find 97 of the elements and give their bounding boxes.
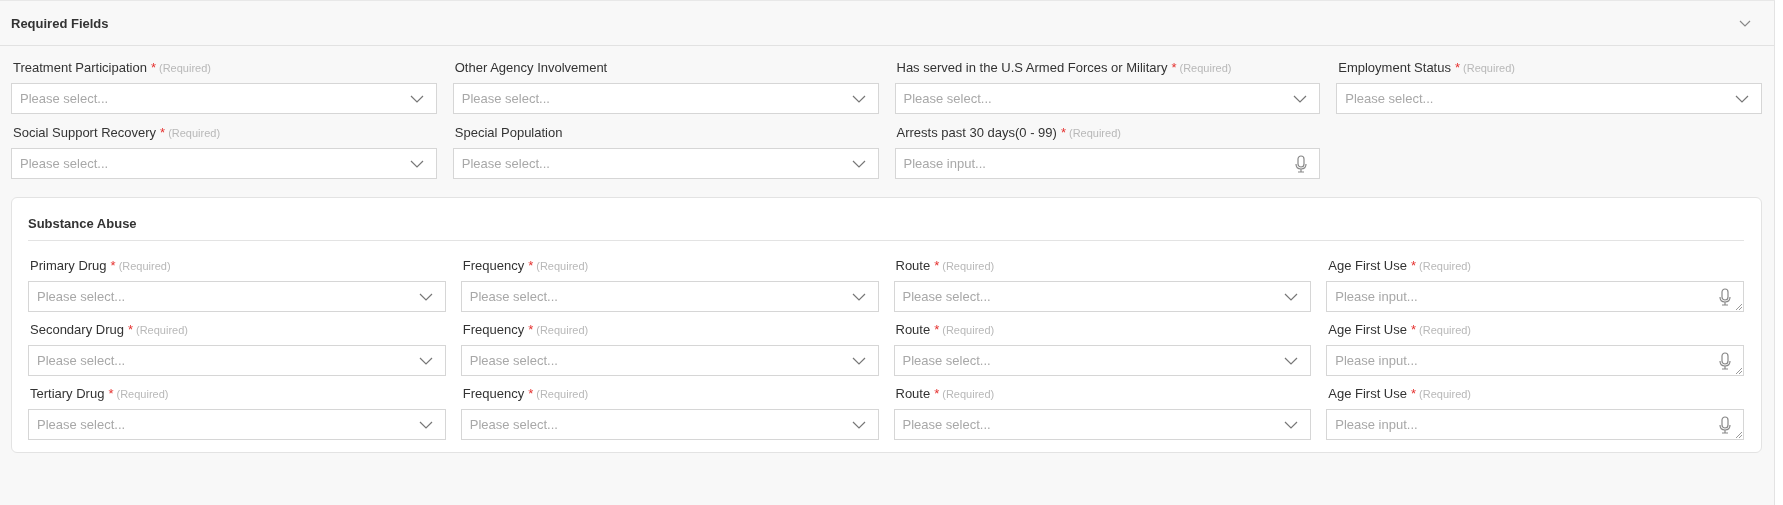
chevron-down-icon xyxy=(418,292,433,301)
required-note: (Required) xyxy=(136,324,188,336)
required-note: (Required) xyxy=(942,260,995,272)
chevron-down-icon xyxy=(1284,356,1299,365)
required-note: (Required) xyxy=(1179,62,1232,74)
microphone-icon[interactable] xyxy=(1719,351,1731,370)
field-label: Secondary Drug xyxy=(30,322,124,337)
microphone-icon[interactable] xyxy=(1719,287,1731,306)
required-note: (Required) xyxy=(168,127,221,139)
required-note: (Required) xyxy=(1419,388,1472,400)
chevron-down-icon xyxy=(851,159,866,168)
resize-grip-icon[interactable] xyxy=(1735,303,1742,310)
field-label: Special Population xyxy=(454,125,563,140)
select-field[interactable]: Please select... xyxy=(11,83,437,114)
chevron-down-icon xyxy=(1293,94,1308,103)
field-label: Tertiary Drug xyxy=(30,386,105,401)
field-label: Route xyxy=(895,258,931,273)
required-note: (Required) xyxy=(1419,324,1472,336)
section-header[interactable]: Required Fields xyxy=(0,1,1774,46)
required-asterisk: * xyxy=(934,258,940,273)
field-label: Primary Drug xyxy=(30,258,107,273)
required-asterisk: * xyxy=(528,322,534,337)
required-note: (Required) xyxy=(1463,62,1515,74)
required-asterisk: * xyxy=(150,60,156,75)
field-label: Age First Use xyxy=(1328,386,1407,401)
microphone-icon[interactable] xyxy=(1719,415,1731,434)
required-note: (Required) xyxy=(536,324,589,336)
chevron-down-icon xyxy=(409,94,424,103)
required-note: (Required) xyxy=(942,324,995,336)
input-field[interactable]: Please input... xyxy=(1326,281,1744,312)
resize-grip-icon[interactable] xyxy=(1735,367,1742,374)
required-asterisk: * xyxy=(1411,386,1417,401)
resize-grip-icon[interactable] xyxy=(1735,431,1742,438)
select-field[interactable]: Please select... xyxy=(11,148,437,179)
field-label: Route xyxy=(895,322,931,337)
chevron-down-icon xyxy=(1284,292,1299,301)
chevron-down-icon xyxy=(418,356,433,365)
select-field[interactable]: Please select... xyxy=(893,345,1312,376)
field-label: Route xyxy=(895,386,931,401)
required-note: (Required) xyxy=(1068,127,1121,139)
select-field[interactable]: Please select... xyxy=(894,83,1321,114)
required-asterisk: * xyxy=(1454,60,1461,75)
select-field[interactable]: Please select... xyxy=(893,281,1312,312)
required-asterisk: * xyxy=(110,258,116,273)
required-note: (Required) xyxy=(118,260,171,272)
field-label: Other Agency Involvement xyxy=(454,60,608,75)
required-asterisk: * xyxy=(1060,125,1066,140)
required-asterisk: * xyxy=(1171,60,1177,75)
required-asterisk: * xyxy=(934,386,940,401)
required-asterisk: * xyxy=(108,386,114,401)
chevron-down-icon xyxy=(851,292,866,301)
select-field[interactable]: Please select... xyxy=(452,83,879,114)
required-note: (Required) xyxy=(1419,260,1472,272)
select-field[interactable]: Please select... xyxy=(452,148,879,179)
required-asterisk: * xyxy=(1411,258,1417,273)
select-field[interactable]: Please select... xyxy=(1336,83,1762,114)
required-asterisk: * xyxy=(934,322,940,337)
required-note: (Required) xyxy=(116,388,169,400)
required-note: (Required) xyxy=(536,260,589,272)
select-field[interactable]: Please select... xyxy=(28,345,446,376)
required-asterisk: * xyxy=(528,258,534,273)
select-field[interactable]: Please select... xyxy=(460,345,879,376)
field-label: Has served in the U.S Armed Forces or Military xyxy=(896,60,1168,75)
required-note: (Required) xyxy=(536,388,589,400)
required-note: (Required) xyxy=(942,388,995,400)
field-label: Age First Use xyxy=(1328,322,1407,337)
section-title: Required Fields xyxy=(11,15,109,31)
chevron-down-icon xyxy=(418,420,433,429)
select-field[interactable]: Please select... xyxy=(28,409,446,440)
field-label: Employment Status xyxy=(1338,60,1451,75)
select-field[interactable]: Please select... xyxy=(893,409,1312,440)
chevron-down-icon xyxy=(851,420,866,429)
field-label: Age First Use xyxy=(1328,258,1407,273)
required-note: (Required) xyxy=(159,62,211,74)
select-field[interactable]: Please select... xyxy=(460,281,879,312)
chevron-down-icon xyxy=(851,94,866,103)
field-label: Social Support Recovery xyxy=(13,125,157,140)
chevron-down-icon xyxy=(1735,94,1749,103)
required-asterisk: * xyxy=(528,386,534,401)
input-field[interactable]: Please input... xyxy=(1326,409,1744,440)
select-field[interactable]: Please select... xyxy=(28,281,446,312)
chevron-down-icon xyxy=(409,159,424,168)
input-field[interactable]: Please input... xyxy=(1326,345,1744,376)
required-asterisk: * xyxy=(127,322,133,337)
microphone-icon[interactable] xyxy=(1295,154,1308,173)
field-label: Frequency xyxy=(462,258,525,273)
input-field[interactable]: Please input... xyxy=(894,148,1321,179)
field-label: Treatment Participation xyxy=(13,60,147,75)
card-title: Substance Abuse xyxy=(28,215,138,230)
chevron-down-icon xyxy=(1284,420,1299,429)
field-label: Arrests past 30 days(0 - 99) xyxy=(896,125,1057,140)
select-field[interactable]: Please select... xyxy=(460,409,879,440)
field-label: Frequency xyxy=(462,386,525,401)
required-asterisk: * xyxy=(160,125,166,140)
chevron-down-icon xyxy=(851,356,866,365)
required-asterisk: * xyxy=(1411,322,1417,337)
field-label: Frequency xyxy=(462,322,525,337)
